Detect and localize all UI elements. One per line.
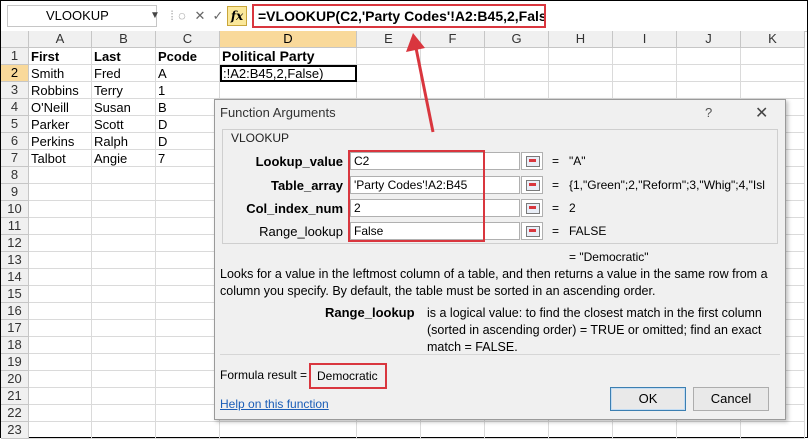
- annotation-arrow: [406, 33, 435, 133]
- arrow-shaft: [414, 47, 435, 133]
- arrow-head: [406, 33, 425, 52]
